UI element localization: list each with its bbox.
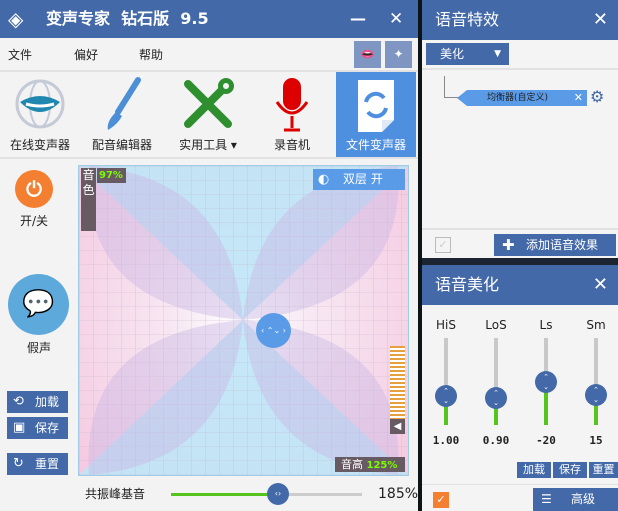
- eq-value: 15: [589, 434, 603, 447]
- power-button[interactable]: ⏻: [15, 170, 53, 208]
- beautify-enable-checkbox[interactable]: ✓: [433, 492, 449, 508]
- half-circle-icon: ◐: [318, 172, 330, 187]
- menu-preferences[interactable]: 偏好: [74, 48, 98, 63]
- voice-pad[interactable]: 音色 97% ◐ 双层 开 ‹ ⌃⌄ › ◀ 音高 125%: [78, 165, 409, 476]
- app-logo-icon: ◈: [8, 7, 24, 31]
- effects-title: 语音特效 ✕: [422, 0, 618, 40]
- toolbar-label: 配音编辑器: [91, 138, 152, 152]
- pad-grid: [79, 166, 408, 475]
- minimize-button[interactable]: —: [350, 9, 366, 29]
- falsetto-button[interactable]: 💬: [8, 274, 69, 335]
- pad-handle[interactable]: ‹ ⌃⌄ ›: [256, 313, 291, 348]
- menu-help[interactable]: 帮助: [139, 48, 163, 63]
- eq-slider-sm[interactable]: Sm ⌃ ⌄ 15: [576, 318, 616, 453]
- effects-enable-checkbox[interactable]: ✓: [435, 237, 451, 253]
- beautify-save-button[interactable]: 保存: [553, 462, 587, 478]
- pitch-label: 音高: [341, 458, 363, 471]
- eq-thumb[interactable]: ⌃ ⌄: [485, 387, 507, 410]
- save-button[interactable]: ▣ 保存: [7, 417, 68, 439]
- resonance-slider-thumb[interactable]: ‹›: [267, 483, 289, 505]
- category-dropdown[interactable]: 美化 ▼: [426, 43, 509, 65]
- reset-button[interactable]: ↻ 重置: [7, 453, 68, 475]
- timbre-label: 音色: [81, 168, 96, 231]
- beautify-title: 语音美化 ✕: [422, 265, 618, 305]
- effect-chain-item[interactable]: 均衡器(自定义) ✕: [457, 90, 587, 106]
- remove-effect-icon[interactable]: ✕: [574, 90, 583, 106]
- eq-value: -20: [536, 434, 556, 447]
- add-effect-button[interactable]: ✚ 添加语音效果: [494, 234, 616, 256]
- close-beautify-button[interactable]: ✕: [593, 265, 608, 305]
- toolbar-label: 文件变声器: [345, 138, 406, 152]
- eq-slider-label: Ls: [539, 318, 553, 332]
- beautify-reset-button[interactable]: 重置: [589, 462, 618, 478]
- floppy-icon: ▣: [13, 420, 26, 435]
- toolbar-online-changer[interactable]: 在线变声器: [0, 72, 80, 157]
- eq-slider-label: HiS: [436, 318, 456, 332]
- microphone-icon: [275, 78, 309, 132]
- eq-thumb[interactable]: ⌃ ⌄: [585, 383, 607, 406]
- speaker-icon[interactable]: ◀: [390, 419, 405, 434]
- pitch-readout: 音高 125%: [335, 457, 405, 472]
- eq-value: 0.90: [482, 434, 510, 447]
- close-button[interactable]: ✕: [389, 9, 403, 29]
- eq-slider-los[interactable]: LoS ⌃ ⌄ 0.90: [476, 318, 516, 453]
- lips-skin-button[interactable]: 👄: [354, 41, 381, 68]
- load-button[interactable]: ⟲ 加载: [7, 391, 68, 413]
- dual-layer-toggle[interactable]: ◐ 双层 开: [313, 169, 405, 190]
- file-refresh-icon: [358, 80, 394, 132]
- falsetto-label: 假声: [27, 341, 52, 355]
- eq-value: 1.00: [432, 434, 460, 447]
- eq-slider-his[interactable]: HiS ⌃ ⌄ 1.00: [426, 318, 466, 453]
- load-icon: ⟲: [13, 394, 24, 409]
- toolbar-label: 录音机: [273, 138, 310, 152]
- toolbar-utilities[interactable]: 实用工具 ▾: [168, 72, 248, 157]
- pitch-value: 125%: [366, 460, 398, 471]
- sparkle-button[interactable]: ✦: [385, 41, 412, 68]
- effects-panel: 语音特效 ✕ 美化 ▼ 均衡器(自定义) ✕ ⚙ ✓ ✚ 添加语音效果: [422, 0, 618, 258]
- eq-slider-label: LoS: [485, 318, 507, 332]
- gear-icon[interactable]: ⚙: [590, 88, 604, 106]
- toolbar-recorder[interactable]: 录音机: [252, 72, 332, 157]
- resonance-label: 共振峰基音: [85, 487, 146, 501]
- resonance-slider[interactable]: ‹›: [171, 483, 362, 505]
- beautify-load-button[interactable]: 加载: [517, 462, 551, 478]
- title-bar: ◈ 变声专家 钻石版 9.5 — ✕: [0, 0, 418, 38]
- toolbar-label: 在线变声器: [9, 138, 70, 152]
- power-label: 开/关: [20, 214, 49, 228]
- eq-thumb[interactable]: ⌃ ⌄: [435, 385, 457, 408]
- paintbrush-icon: [107, 77, 141, 130]
- toolbar-label: 实用工具 ▾: [179, 138, 237, 152]
- eq-thumb[interactable]: ⌃ ⌄: [535, 370, 557, 393]
- lips-globe-icon: [15, 79, 65, 129]
- advanced-button[interactable]: ☰ 高级: [533, 488, 618, 511]
- close-effects-button[interactable]: ✕: [593, 0, 608, 40]
- eq-slider-label: Sm: [586, 318, 606, 332]
- dropdown-arrow-icon: ▼: [494, 49, 501, 59]
- eq-slider-ls[interactable]: Ls ⌃ ⌄ -20: [526, 318, 566, 453]
- reset-icon: ↻: [13, 456, 24, 471]
- plus-icon: ✚: [502, 236, 515, 254]
- tools-icon: [184, 78, 234, 128]
- timbre-value: 97%: [97, 168, 126, 183]
- app-title: 变声专家 钻石版 9.5: [46, 9, 209, 28]
- toolbar-dubbing-editor[interactable]: 配音编辑器: [82, 72, 162, 157]
- menu-file[interactable]: 文件: [8, 48, 32, 63]
- sliders-icon: ☰: [541, 492, 552, 506]
- toolbar-file-changer[interactable]: 文件变声器: [336, 72, 416, 157]
- main-window: ◈ 变声专家 钻石版 9.5 — ✕ 文件 偏好 帮助 👄 ✦ 在线变声器 配音…: [0, 0, 418, 511]
- resonance-value: 185%: [378, 486, 419, 502]
